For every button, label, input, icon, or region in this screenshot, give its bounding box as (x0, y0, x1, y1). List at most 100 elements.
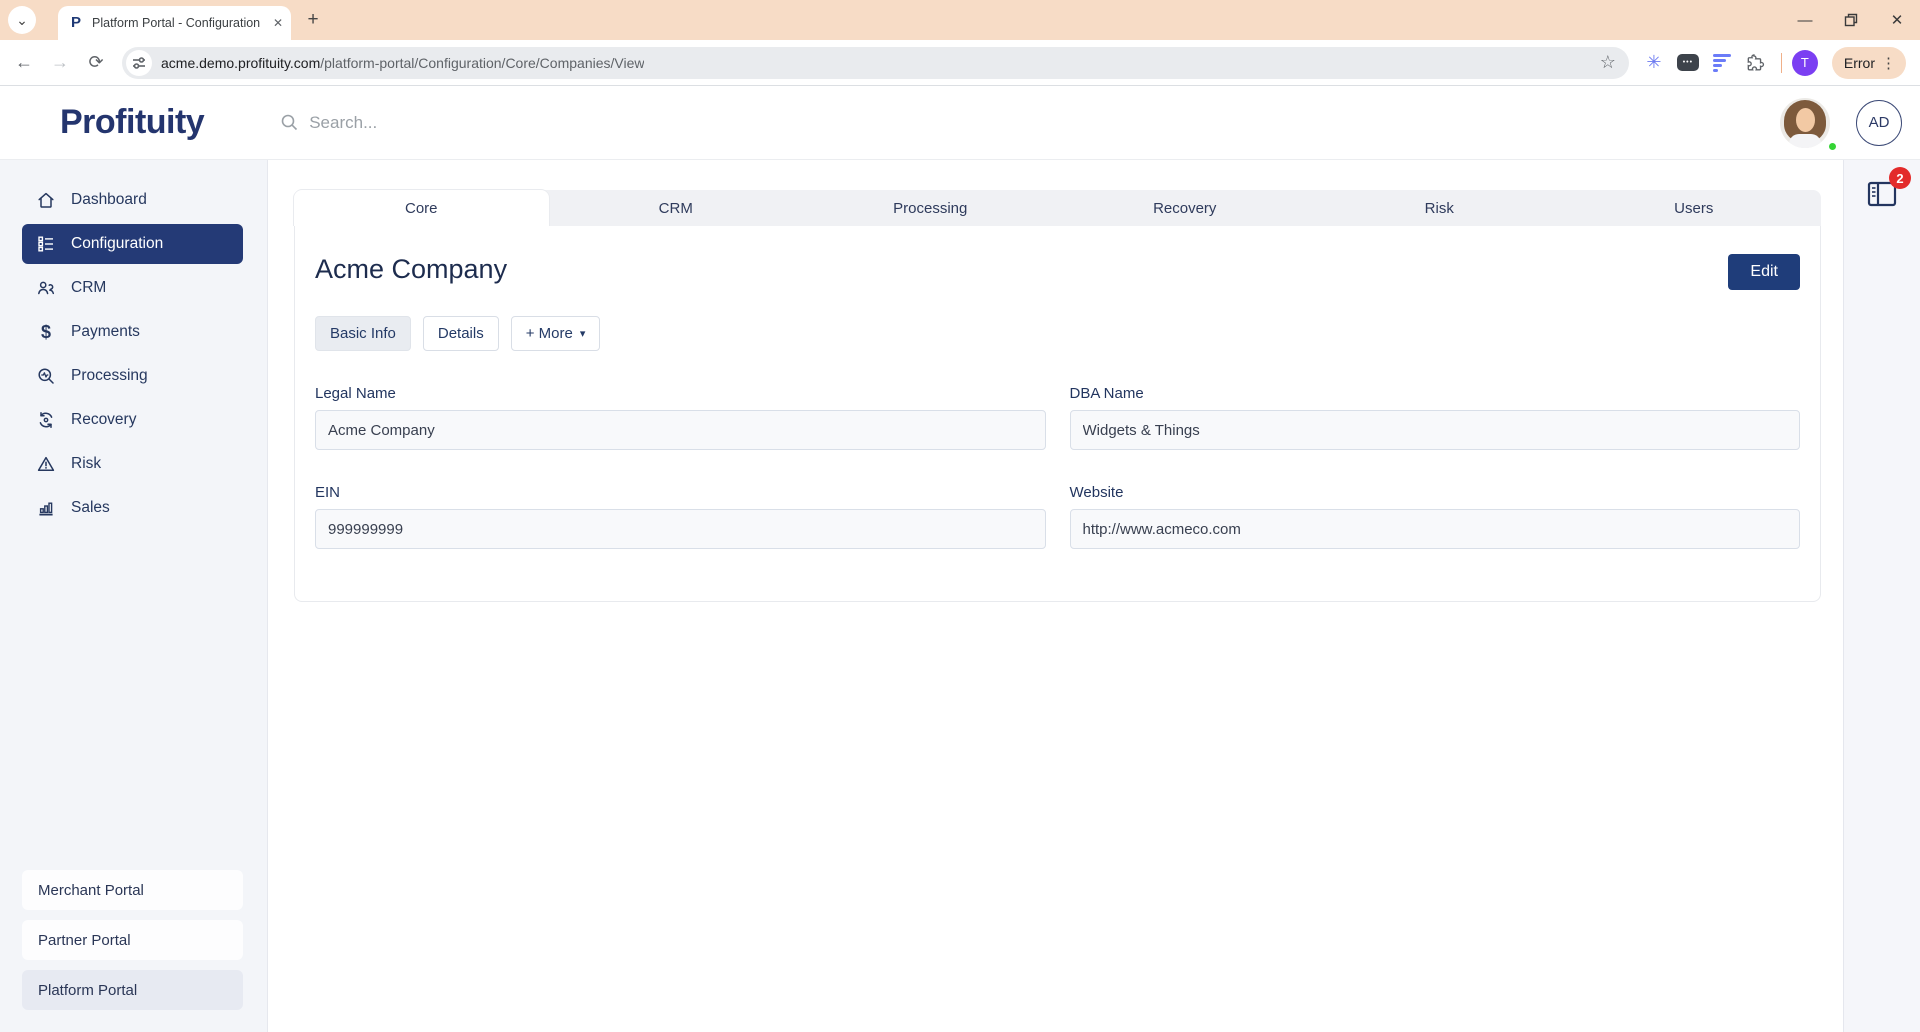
profituity-logo: Profituity (60, 103, 205, 141)
ein-field: EIN (315, 484, 1046, 549)
extensions-puzzle-icon[interactable] (1741, 48, 1771, 78)
website-label: Website (1069, 484, 1124, 501)
website-field: Website (1069, 484, 1800, 549)
section-buttons: Basic Info Details + More ▾ (315, 316, 1800, 351)
search-icon (281, 114, 298, 131)
portal-button-label: Partner Portal (38, 931, 131, 949)
legal-name-field: Legal Name (315, 385, 1046, 450)
notification-count-badge: 2 (1889, 167, 1911, 189)
sidebar-item-label: Configuration (71, 235, 164, 252)
app-header: Profituity AD (0, 86, 1920, 160)
browser-toolbar: ← → ⟳ acme.demo.profituity.com/platform-… (0, 40, 1920, 86)
tab-title: Platform Portal - Configuration (92, 16, 261, 30)
dba-name-field: DBA Name (1069, 385, 1800, 450)
company-form: Legal Name DBA Name EIN Website (315, 385, 1800, 549)
basic-info-button[interactable]: Basic Info (315, 316, 411, 351)
people-icon (38, 281, 55, 295)
extension-filter-bars-icon[interactable] (1707, 48, 1737, 78)
edit-button[interactable]: Edit (1728, 254, 1800, 290)
partner-portal-button[interactable]: Partner Portal (22, 920, 243, 960)
tab-search-button[interactable]: ⌄ (8, 6, 36, 34)
user-initials-badge[interactable]: AD (1856, 99, 1902, 146)
legal-name-label: Legal Name (315, 385, 396, 402)
online-status-dot (1827, 140, 1838, 152)
portal-button-label: Platform Portal (38, 981, 138, 999)
forward-button[interactable]: → (44, 47, 76, 79)
sidebar: Dashboard Configuration CRM $ Payments P… (0, 160, 268, 1032)
sidebar-item-label: Sales (71, 499, 110, 516)
extension-asterisk-icon[interactable]: ✳ (1639, 48, 1669, 78)
sidebar-item-risk[interactable]: Risk (22, 444, 243, 484)
legal-name-input[interactable] (315, 410, 1046, 450)
close-window-button[interactable]: ✕ (1874, 0, 1920, 40)
extension-captions-icon[interactable]: ••• (1673, 48, 1703, 78)
toolbar-separator (1780, 52, 1782, 73)
sidebar-item-processing[interactable]: Processing (22, 356, 243, 396)
tab-close-icon[interactable]: ✕ (273, 16, 283, 30)
sidebar-item-label: Dashboard (71, 191, 147, 208)
back-button[interactable]: ← (8, 47, 40, 79)
main-content: Core CRM Processing Recovery Risk Users … (268, 160, 1843, 1032)
sidebar-item-dashboard[interactable]: Dashboard (22, 180, 243, 220)
search-input[interactable] (309, 112, 570, 133)
sidebar-item-label: Risk (71, 455, 102, 472)
tune-icon (133, 56, 145, 69)
site-info-button[interactable] (126, 49, 152, 76)
chevron-down-icon: ⌄ (16, 11, 28, 28)
ein-input[interactable] (315, 509, 1046, 549)
minimize-button[interactable]: — (1782, 0, 1828, 40)
company-card: Acme Company Edit Basic Info Details + M… (294, 226, 1821, 602)
sidebar-item-configuration[interactable]: Configuration (22, 224, 243, 264)
address-bar[interactable]: acme.demo.profituity.com/platform-portal… (122, 46, 1629, 79)
more-dropdown-button[interactable]: + More ▾ (510, 316, 601, 351)
sidebar-item-sales[interactable]: Sales (22, 488, 243, 528)
module-tabbar: Core CRM Processing Recovery Risk Users (294, 190, 1821, 226)
browser-profile-avatar[interactable]: T (1791, 49, 1818, 76)
tab-processing[interactable]: Processing (803, 190, 1058, 226)
tab-risk[interactable]: Risk (1312, 190, 1567, 226)
tab-users[interactable]: Users (1567, 190, 1822, 226)
warning-triangle-icon (37, 456, 55, 472)
url-path: /platform-portal/Configuration/Core/Comp… (320, 54, 645, 71)
window-controls: — ✕ (1782, 0, 1920, 40)
sidebar-item-label: Processing (71, 367, 148, 384)
search-pulse-icon (38, 368, 54, 384)
bar-chart-icon (39, 502, 53, 516)
plus-icon: + (307, 9, 319, 30)
merchant-portal-button[interactable]: Merchant Portal (22, 870, 243, 910)
sidebar-item-recovery[interactable]: Recovery (22, 400, 243, 440)
portal-button-label: Merchant Portal (38, 881, 144, 899)
sidebar-item-payments[interactable]: $ Payments (22, 312, 243, 352)
reload-button[interactable]: ⟳ (80, 47, 112, 79)
kebab-menu-icon[interactable]: ⋮ (1875, 54, 1902, 72)
restore-button[interactable] (1828, 0, 1874, 40)
details-button[interactable]: Details (422, 316, 499, 351)
tab-recovery[interactable]: Recovery (1058, 190, 1313, 226)
url-domain: acme.demo.profituity.com (161, 54, 321, 71)
dba-name-label: DBA Name (1069, 385, 1144, 402)
browser-error-menu[interactable]: Error ⋮ (1831, 46, 1906, 79)
url-text: acme.demo.profituity.com/platform-portal… (161, 55, 644, 71)
right-panel-strip: 2 (1843, 160, 1920, 1032)
dba-name-input[interactable] (1069, 410, 1800, 450)
caret-down-icon: ▾ (579, 328, 586, 340)
favicon-p-icon: P (70, 14, 81, 31)
new-tab-button[interactable]: + (299, 6, 327, 34)
sidebar-item-label: Recovery (71, 411, 137, 428)
browser-tab[interactable]: P Platform Portal - Configuration ✕ (58, 6, 291, 40)
platform-portal-button[interactable]: Platform Portal (22, 970, 243, 1010)
sidebar-item-crm[interactable]: CRM (22, 268, 243, 308)
tab-core[interactable]: Core (294, 190, 549, 226)
bookmark-star-icon[interactable]: ☆ (1593, 48, 1623, 78)
notifications-panel-button[interactable]: 2 (1864, 167, 1911, 217)
config-list-icon (38, 236, 53, 252)
tab-crm[interactable]: CRM (549, 190, 804, 226)
website-input[interactable] (1069, 509, 1800, 549)
recycle-gear-icon (39, 412, 53, 428)
browser-tab-strip: ⌄ P Platform Portal - Configuration ✕ + … (0, 0, 1920, 40)
global-search (280, 112, 570, 133)
user-avatar[interactable] (1780, 97, 1830, 148)
error-label: Error (1843, 54, 1875, 71)
home-icon (38, 192, 54, 208)
sidebar-item-label: CRM (71, 279, 107, 296)
